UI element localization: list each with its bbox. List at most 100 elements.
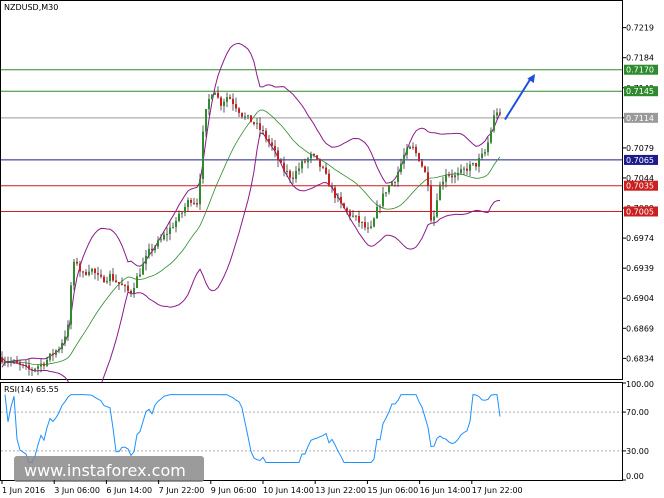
candle-body	[142, 263, 144, 275]
symbol-label: NZDUSD,M30	[4, 3, 58, 12]
candle-body	[157, 240, 159, 247]
candle-body	[34, 368, 36, 371]
candle-body	[406, 148, 408, 155]
price-tick-label: 0.7219	[626, 24, 654, 33]
candle-body	[55, 350, 57, 355]
time-tick-label: 3 Jun 06:00	[54, 486, 100, 495]
candle-body	[376, 206, 378, 219]
candle-body	[205, 109, 207, 132]
candle-body	[385, 192, 387, 194]
candle-body	[328, 173, 330, 187]
candle-body	[190, 200, 192, 203]
candle-body	[430, 185, 432, 221]
candle-body	[46, 359, 48, 366]
candle-body	[358, 216, 360, 223]
candle-body	[349, 210, 351, 216]
candle-body	[250, 115, 252, 123]
candle-body	[208, 99, 210, 110]
candle-body	[7, 361, 9, 363]
candle-body	[166, 233, 168, 235]
candle-body	[367, 227, 369, 229]
candle-body	[454, 175, 456, 178]
candle-body	[202, 131, 204, 179]
candle-body	[235, 104, 237, 109]
candle-body	[307, 158, 309, 163]
candle-body	[478, 157, 480, 167]
candle-body	[13, 360, 15, 362]
candle-body	[325, 167, 327, 174]
candle-body	[418, 153, 420, 162]
rsi-label: RSI(14) 65.55	[4, 385, 59, 394]
time-tick-label: 13 Jun 22:00	[315, 486, 366, 495]
candle-body	[268, 138, 270, 143]
candle-body	[22, 364, 24, 366]
candle-body	[214, 92, 216, 95]
watermark-text: www.instaforex.com	[24, 461, 186, 480]
candle-body	[334, 187, 336, 199]
candle-body	[31, 369, 33, 371]
candle-body	[487, 142, 489, 153]
candle-body	[463, 168, 465, 170]
time-tick-label: 7 Jun 22:00	[159, 486, 205, 495]
candle-body	[241, 112, 243, 117]
price-tick-label: 0.7184	[626, 54, 654, 63]
candle-body	[91, 268, 93, 272]
candle-body	[118, 282, 120, 284]
candle-body	[4, 361, 6, 363]
candle-body	[175, 220, 177, 228]
candle-body	[364, 222, 366, 228]
candle-body	[226, 97, 228, 102]
candle-body	[16, 360, 18, 363]
candle-body	[292, 177, 294, 179]
candle-body	[259, 123, 261, 131]
price-chart: NZDUSD,M30 0.72190.71840.71490.71140.707…	[0, 0, 658, 495]
candle-body	[43, 363, 45, 366]
candle-body	[310, 154, 312, 159]
candle-body	[154, 246, 156, 251]
candle-body	[484, 152, 486, 154]
candle-body	[106, 281, 108, 283]
candle-body	[394, 181, 396, 183]
candle-body	[196, 203, 198, 205]
price-tick-label: 0.6939	[626, 264, 654, 273]
level-tag-label: 0.7114	[626, 114, 654, 123]
candle-body	[322, 166, 324, 168]
candle-body	[295, 170, 297, 179]
candle-body	[67, 324, 69, 337]
candle-body	[112, 274, 114, 281]
candle-body	[37, 366, 39, 369]
candle-body	[274, 145, 276, 151]
candle-body	[130, 290, 132, 294]
candle-body	[1, 357, 3, 363]
price-tick-label: 0.6904	[626, 294, 654, 303]
candle-body	[76, 261, 78, 264]
candle-body	[184, 207, 186, 213]
candle-body	[271, 142, 273, 146]
candle-body	[439, 184, 441, 201]
candle-body	[70, 285, 72, 325]
time-axis: 1 Jun 2016 3 Jun 06:00 6 Jun 14:00 7 Jun 22…	[1, 480, 523, 495]
candle-body	[88, 271, 90, 275]
time-tick-label: 9 Jun 06:00	[211, 486, 257, 495]
candle-body	[199, 178, 201, 205]
level-tags: 0.7170 0.7145 0.7114 0.7065 0.7035 0.7005	[624, 64, 658, 217]
candle-body	[460, 169, 462, 173]
candle-body	[109, 274, 111, 282]
candle-body	[172, 227, 174, 229]
candle-body	[28, 365, 30, 370]
candle-body	[373, 218, 375, 227]
rsi-axis: 100.00 70.00 30.00 0.00	[622, 380, 654, 481]
candle-body	[10, 361, 12, 363]
price-tick-label: 0.6834	[626, 354, 654, 363]
candle-body	[247, 115, 249, 117]
candle-body	[343, 203, 345, 209]
candle-body	[316, 155, 318, 159]
candle-body	[133, 287, 135, 294]
candle-body	[223, 101, 225, 106]
candle-body	[280, 160, 282, 163]
candle-body	[25, 364, 27, 366]
candle-body	[442, 181, 444, 185]
candle-body	[136, 276, 138, 288]
candle-body	[313, 154, 315, 156]
candle-body	[304, 161, 306, 163]
